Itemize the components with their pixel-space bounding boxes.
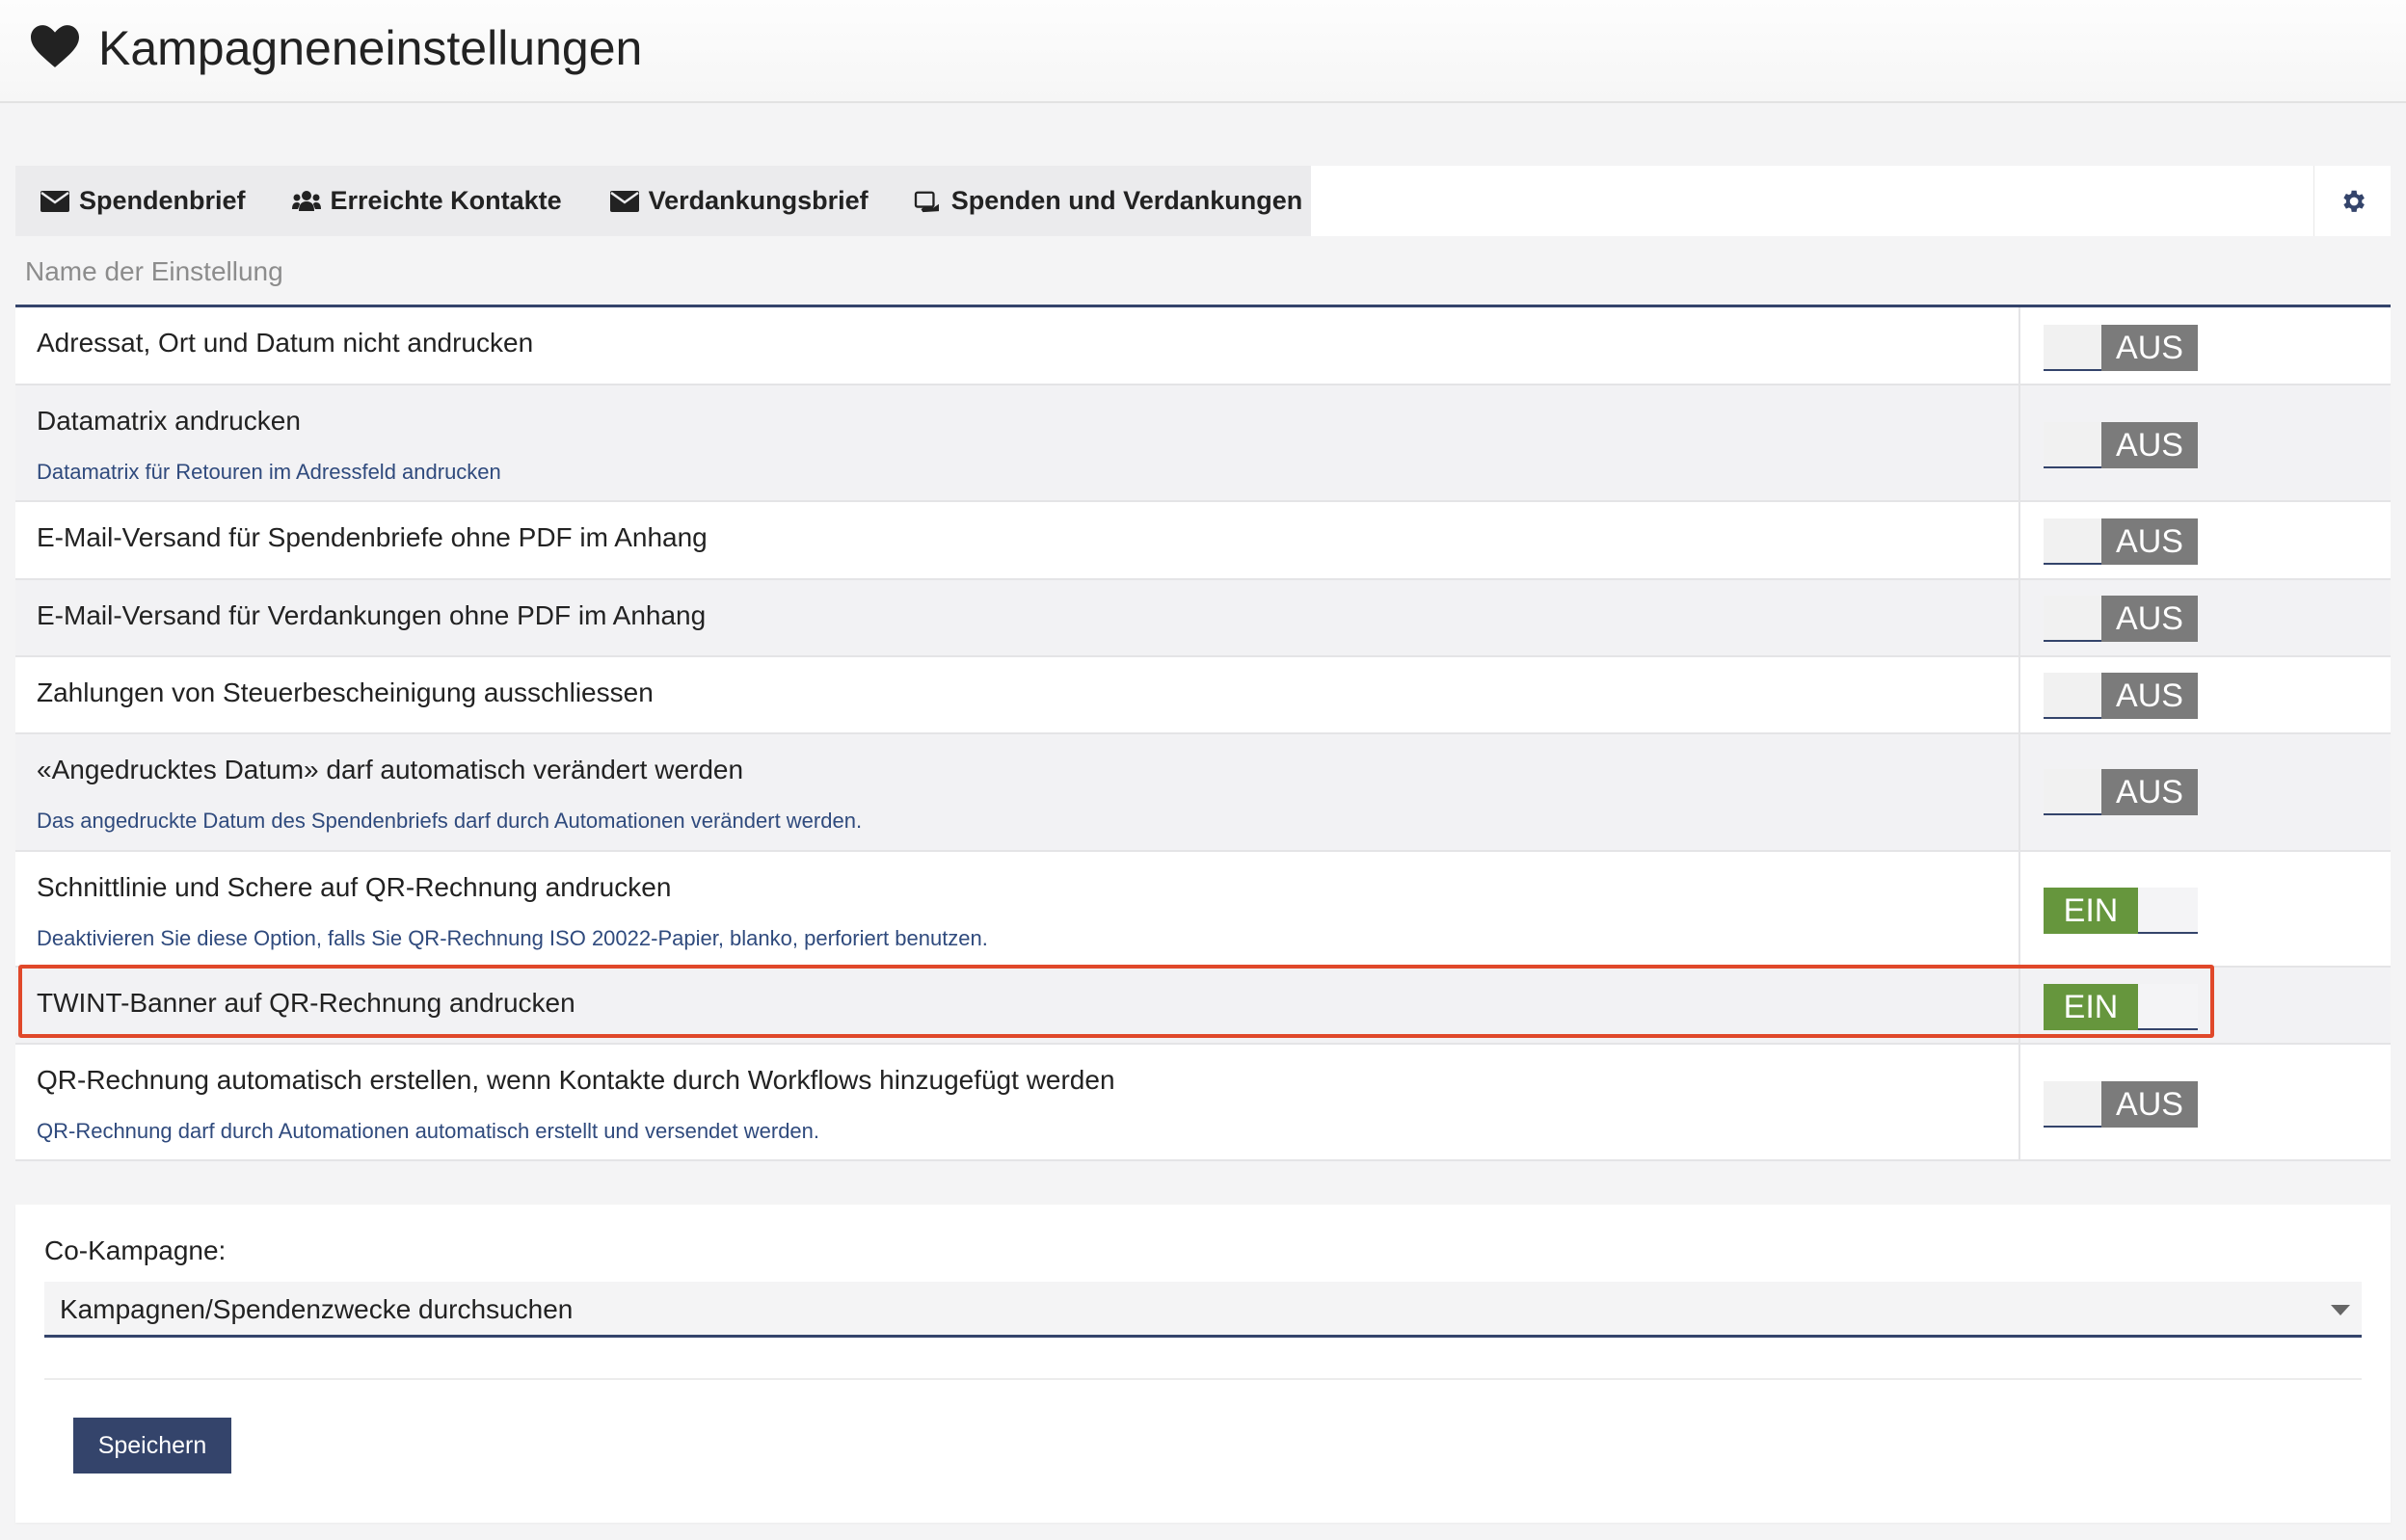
- tab-spenden-und-verdankungen[interactable]: Spenden und Verdankungen: [913, 166, 1303, 236]
- table-row: Schnittlinie und Schere auf QR-Rechnung …: [15, 852, 2391, 968]
- tab-label: Spenden und Verdankungen: [950, 186, 1303, 215]
- toggle-state: AUS: [2101, 596, 2198, 642]
- setting-description: QR-Rechnung darf durch Automationen auto…: [37, 1119, 820, 1143]
- table-row: E-Mail-Versand für Spendenbriefe ohne PD…: [15, 502, 2391, 580]
- setting-label: QR-Rechnung automatisch erstellen, wenn …: [37, 1065, 1115, 1095]
- setting-label: Schnittlinie und Schere auf QR-Rechnung …: [37, 872, 672, 902]
- toggle-knob: [2138, 984, 2198, 1030]
- tab-label: Verdankungsbrief: [648, 186, 869, 215]
- tab-bar-filler: [1311, 166, 2391, 236]
- save-button[interactable]: Speichern: [73, 1418, 231, 1474]
- table-row: «Angedrucktes Datum» darf automatisch ve…: [15, 734, 2391, 852]
- donation-icon: [914, 191, 939, 212]
- co-campaign-label: Co-Kampagne:: [44, 1235, 227, 1265]
- setting-toggle[interactable]: AUS: [2044, 769, 2198, 815]
- table-row: Adressat, Ort und Datum nicht andrucken …: [15, 307, 2391, 385]
- setting-name-cell: TWINT-Banner auf QR-Rechnung andrucken: [15, 968, 2020, 1043]
- setting-label: TWINT-Banner auf QR-Rechnung andrucken: [37, 988, 575, 1018]
- setting-label: E-Mail-Versand für Spendenbriefe ohne PD…: [37, 522, 708, 552]
- toggle-knob: [2044, 769, 2101, 815]
- setting-label: Adressat, Ort und Datum nicht andrucken: [37, 328, 534, 358]
- setting-description: Deaktivieren Sie diese Option, falls Sie…: [37, 926, 988, 950]
- setting-toggle[interactable]: AUS: [2044, 325, 2198, 371]
- toggle-state: EIN: [2044, 984, 2138, 1030]
- setting-toggle[interactable]: AUS: [2044, 422, 2198, 468]
- setting-description: Datamatrix für Retouren im Adressfeld an…: [37, 460, 501, 484]
- setting-toggle[interactable]: EIN: [2044, 888, 2198, 934]
- setting-name-cell: Datamatrix andrucken Datamatrix für Reto…: [15, 385, 2020, 500]
- co-campaign-select[interactable]: Kampagnen/Spendenzwecke durchsuchen: [44, 1282, 2362, 1338]
- toggle-knob: [2044, 673, 2101, 719]
- divider: [44, 1378, 2362, 1380]
- setting-description: Das angedruckte Datum des Spendenbriefs …: [37, 809, 863, 833]
- setting-label: «Angedrucktes Datum» darf automatisch ve…: [37, 755, 744, 784]
- table-row: TWINT-Banner auf QR-Rechnung andrucken E…: [15, 968, 2391, 1045]
- envelope-icon: [609, 190, 639, 212]
- table-row: E-Mail-Versand für Verdankungen ohne PDF…: [15, 580, 2391, 657]
- setting-name-cell: E-Mail-Versand für Spendenbriefe ohne PD…: [15, 502, 2020, 578]
- table-row: Zahlungen von Steuerbescheinigung aussch…: [15, 657, 2391, 734]
- setting-toggle[interactable]: AUS: [2044, 596, 2198, 642]
- setting-label: Datamatrix andrucken: [37, 406, 301, 436]
- setting-toggle[interactable]: AUS: [2044, 518, 2198, 565]
- toggle-knob: [2044, 518, 2101, 565]
- gear-icon: [2342, 190, 2365, 212]
- select-placeholder: Kampagnen/Spendenzwecke durchsuchen: [60, 1294, 574, 1324]
- setting-toggle[interactable]: AUS: [2044, 1081, 2198, 1128]
- setting-name-cell: QR-Rechnung automatisch erstellen, wenn …: [15, 1045, 2020, 1159]
- tab-spendenbrief[interactable]: Spendenbrief: [40, 166, 246, 236]
- page-header: Kampagneneinstellungen: [0, 0, 2406, 103]
- toggle-knob: [2044, 596, 2101, 642]
- toggle-knob: [2044, 1081, 2101, 1128]
- toggle-knob: [2138, 888, 2198, 934]
- setting-label: Zahlungen von Steuerbescheinigung aussch…: [37, 677, 654, 707]
- envelope-icon: [40, 190, 69, 212]
- page-title: Kampagneneinstellungen: [98, 21, 643, 75]
- setting-toggle[interactable]: EIN: [2044, 984, 2198, 1030]
- tab-verdankungsbrief[interactable]: Verdankungsbrief: [609, 166, 869, 236]
- toggle-state: AUS: [2101, 1081, 2198, 1128]
- setting-toggle[interactable]: AUS: [2044, 673, 2198, 719]
- table-row: QR-Rechnung automatisch erstellen, wenn …: [15, 1045, 2391, 1161]
- settings-table: Adressat, Ort und Datum nicht andrucken …: [15, 307, 2391, 1161]
- caret-down-icon: [2331, 1305, 2350, 1315]
- toggle-state: EIN: [2044, 888, 2138, 934]
- settings-button[interactable]: [2313, 166, 2391, 236]
- co-campaign-panel: Co-Kampagne: Kampagnen/Spendenzwecke dur…: [15, 1205, 2391, 1523]
- column-header-name: Name der Einstellung: [15, 236, 2391, 307]
- heart-icon: [31, 25, 79, 67]
- tab-label: Erreichte Kontakte: [330, 186, 562, 215]
- toggle-state: AUS: [2101, 673, 2198, 719]
- setting-name-cell: Adressat, Ort und Datum nicht andrucken: [15, 307, 2020, 384]
- tab-bar: Spendenbrief Erreichte Kontakte Verdanku…: [15, 166, 1377, 236]
- toggle-state: AUS: [2101, 518, 2198, 565]
- tab-erreichte-kontakte[interactable]: Erreichte Kontakte: [291, 166, 562, 236]
- toggle-state: AUS: [2101, 422, 2198, 468]
- toggle-state: AUS: [2101, 325, 2198, 371]
- toggle-knob: [2044, 325, 2101, 371]
- setting-name-cell: E-Mail-Versand für Verdankungen ohne PDF…: [15, 580, 2020, 655]
- setting-name-cell: Zahlungen von Steuerbescheinigung aussch…: [15, 657, 2020, 732]
- setting-name-cell: «Angedrucktes Datum» darf automatisch ve…: [15, 734, 2020, 850]
- toggle-knob: [2044, 422, 2101, 468]
- users-icon: [291, 190, 321, 211]
- tab-label: Spendenbrief: [79, 186, 246, 215]
- table-row: Datamatrix andrucken Datamatrix für Reto…: [15, 385, 2391, 502]
- toggle-state: AUS: [2101, 769, 2198, 815]
- setting-name-cell: Schnittlinie und Schere auf QR-Rechnung …: [15, 852, 2020, 966]
- setting-label: E-Mail-Versand für Verdankungen ohne PDF…: [37, 600, 707, 630]
